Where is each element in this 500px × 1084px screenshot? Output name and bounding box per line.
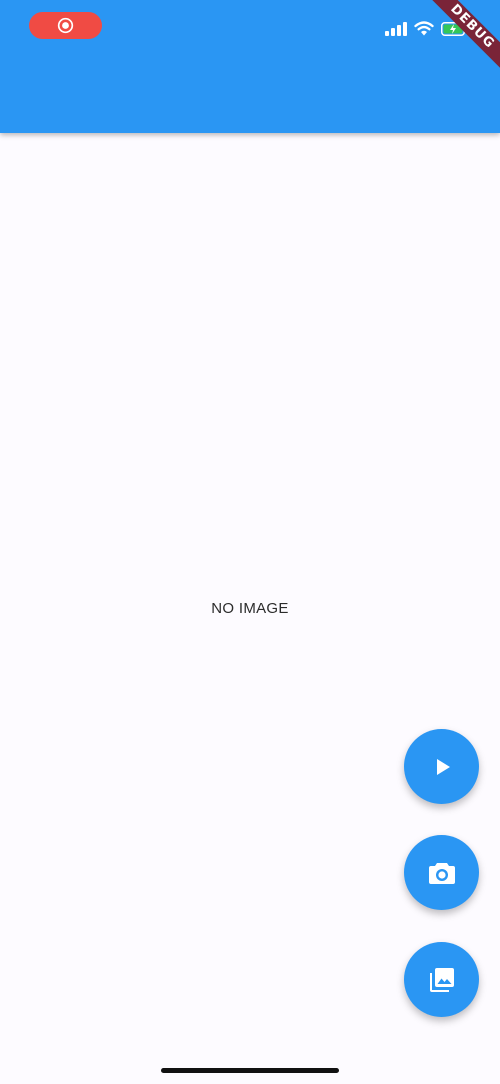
play-button[interactable] [404,729,479,804]
wifi-icon [414,21,434,36]
app-screen: DEBUG NO IMAGE [0,0,500,1084]
camera-icon [428,862,455,884]
screen-record-icon [57,17,74,34]
camera-button[interactable] [404,835,479,910]
home-indicator[interactable] [161,1068,339,1073]
no-image-label: NO IMAGE [211,600,289,617]
screen-record-indicator[interactable] [29,12,102,39]
cellular-signal-icon [385,21,407,36]
photo-library-icon [429,967,454,992]
gallery-button[interactable] [404,942,479,1017]
image-preview-area: NO IMAGE [0,133,500,1084]
play-icon [436,758,450,775]
app-bar [0,0,500,133]
